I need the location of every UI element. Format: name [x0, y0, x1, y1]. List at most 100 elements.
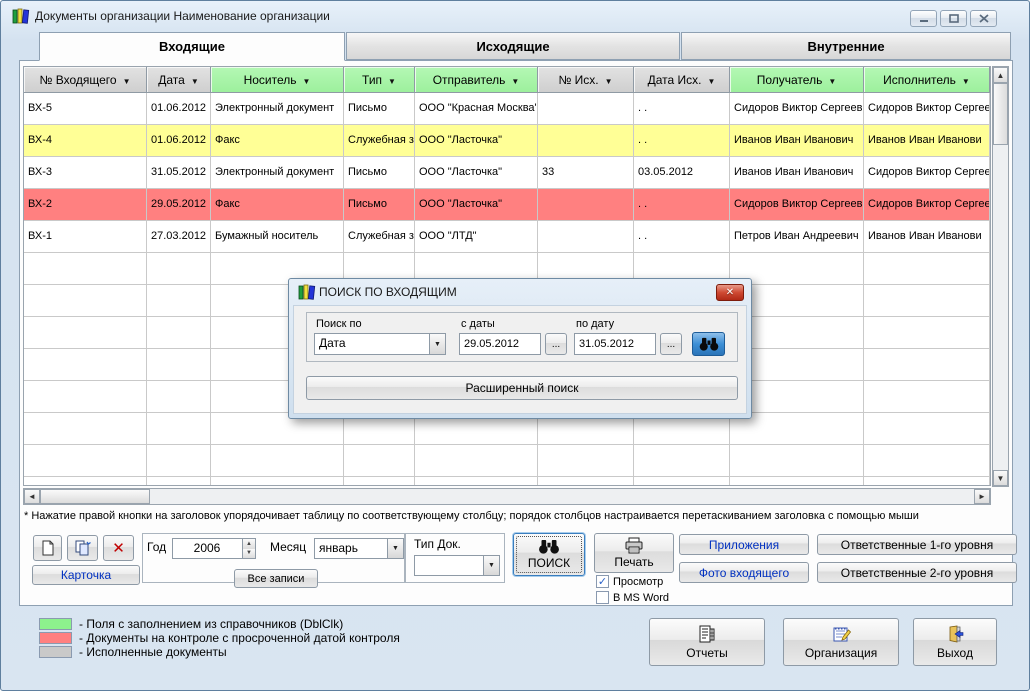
table-cell[interactable]: ВХ-1 [24, 221, 147, 253]
reports-button[interactable]: Отчеты [649, 618, 765, 666]
spin-up-icon[interactable]: ▲ [243, 539, 255, 549]
table-cell[interactable]: ООО "Ласточка" [415, 157, 538, 189]
table-cell[interactable]: Иванов Иван Иванови [864, 125, 990, 157]
table-cell[interactable]: Электронный документ [211, 157, 344, 189]
table-cell[interactable]: Письмо [344, 189, 415, 221]
table-cell[interactable]: Сидоров Виктор Сергееви [730, 93, 864, 125]
advanced-search-button[interactable]: Расширенный поиск [306, 376, 738, 400]
msword-checkbox[interactable] [596, 591, 609, 604]
preview-checkbox[interactable]: ✓ [596, 575, 609, 588]
scroll-left-icon[interactable]: ◄ [24, 489, 40, 504]
table-cell[interactable]: ВХ-4 [24, 125, 147, 157]
table-cell[interactable]: 31.05.2012 [147, 157, 211, 189]
column-header-executor[interactable]: Исполнитель [864, 67, 990, 93]
column-header-incoming-number[interactable]: № Входящего [24, 67, 147, 93]
table-cell[interactable]: Сидоров Виктор Сергееви [864, 93, 990, 125]
new-document-button[interactable] [33, 535, 62, 561]
table-row[interactable]: ВХ-2 29.05.2012 Факс Письмо ООО "Ласточка" . … [24, 189, 990, 221]
vertical-scrollbar[interactable]: ▲ ▼ [992, 66, 1009, 487]
tab-outgoing[interactable]: Исходящие [346, 32, 680, 60]
year-spinner[interactable]: 2006 ▲ ▼ [172, 538, 256, 559]
table-cell[interactable]: 01.06.2012 [147, 125, 211, 157]
print-button[interactable]: Печать [594, 533, 674, 573]
column-header-outgoing-number[interactable]: № Исх. [538, 67, 634, 93]
table-cell[interactable]: . . [634, 189, 730, 221]
tab-internal[interactable]: Внутренние [681, 32, 1011, 60]
table-row[interactable]: ВХ-3 31.05.2012 Электронный документ Письмо… [24, 157, 990, 189]
find-button[interactable] [692, 332, 725, 356]
table-cell[interactable] [538, 189, 634, 221]
chevron-down-icon[interactable]: ▼ [429, 334, 445, 354]
horizontal-scroll-thumb[interactable] [40, 489, 150, 504]
table-cell[interactable]: 27.03.2012 [147, 221, 211, 253]
close-button[interactable] [970, 10, 997, 27]
copy-document-button[interactable] [67, 535, 98, 561]
table-cell[interactable]: Сидоров Виктор Сергееви [864, 157, 990, 189]
horizontal-scrollbar[interactable]: ◄ ► [23, 488, 991, 505]
month-dropdown[interactable]: январь ▼ [314, 538, 404, 559]
table-cell[interactable]: ООО "Красная Москва" [415, 93, 538, 125]
table-cell[interactable]: Служебная зап [344, 125, 415, 157]
responsible-level2-button[interactable]: Ответственные 2-го уровня [817, 562, 1017, 583]
column-header-recipient[interactable]: Получатель [730, 67, 864, 93]
table-cell[interactable]: . . [634, 93, 730, 125]
incoming-photo-button[interactable]: Фото входящего [679, 562, 809, 583]
table-cell[interactable]: ВХ-3 [24, 157, 147, 189]
table-cell[interactable]: Факс [211, 125, 344, 157]
table-cell[interactable]: 29.05.2012 [147, 189, 211, 221]
table-cell[interactable]: . . [634, 125, 730, 157]
scroll-down-icon[interactable]: ▼ [993, 470, 1008, 486]
tab-incoming[interactable]: Входящие [39, 32, 345, 61]
minimize-button[interactable] [910, 10, 937, 27]
table-cell[interactable]: Письмо [344, 157, 415, 189]
table-row[interactable]: ВХ-5 01.06.2012 Электронный документ Письмо… [24, 93, 990, 125]
dialog-close-button[interactable]: ✕ [716, 284, 744, 301]
all-records-button[interactable]: Все записи [234, 569, 318, 588]
card-button[interactable]: Карточка [32, 565, 140, 585]
maximize-button[interactable] [940, 10, 967, 27]
table-cell[interactable]: 03.05.2012 [634, 157, 730, 189]
table-cell[interactable]: Сидоров Виктор Сергееви [730, 189, 864, 221]
table-cell[interactable]: Петров Иван Андреевич [730, 221, 864, 253]
vertical-scroll-thumb[interactable] [993, 83, 1008, 145]
table-cell[interactable]: Иванов Иван Иванович [730, 125, 864, 157]
exit-button[interactable]: Выход [913, 618, 997, 666]
preview-checkbox-row[interactable]: ✓ Просмотр [596, 575, 663, 588]
table-cell[interactable]: Факс [211, 189, 344, 221]
date-from-browse-button[interactable]: ... [545, 333, 567, 355]
column-header-medium[interactable]: Носитель [211, 67, 344, 93]
table-row[interactable]: ВХ-401.06.2012ФаксСлужебная запООО "Ласт… [24, 125, 990, 157]
table-cell[interactable]: Письмо [344, 93, 415, 125]
table-cell[interactable]: ВХ-5 [24, 93, 147, 125]
responsible-level1-button[interactable]: Ответственные 1-го уровня [817, 534, 1017, 555]
date-to-browse-button[interactable]: ... [660, 333, 682, 355]
scroll-up-icon[interactable]: ▲ [993, 67, 1008, 83]
column-header-sender[interactable]: Отправитель [415, 67, 538, 93]
table-row[interactable]: ВХ-1 27.03.2012 Бумажный носитель Служебная… [24, 221, 990, 253]
table-cell[interactable]: ВХ-2 [24, 189, 147, 221]
attachments-button[interactable]: Приложения [679, 534, 809, 555]
table-cell[interactable] [538, 125, 634, 157]
table-cell[interactable]: Бумажный носитель [211, 221, 344, 253]
table-cell[interactable]: Иванов Иван Иванови [864, 221, 990, 253]
search-by-dropdown[interactable]: Дата ▼ [314, 333, 446, 355]
table-cell[interactable]: Электронный документ [211, 93, 344, 125]
table-cell[interactable]: ООО "Ласточка" [415, 189, 538, 221]
date-from-input[interactable]: 29.05.2012 [459, 333, 541, 355]
column-header-outgoing-date[interactable]: Дата Исх. [634, 67, 730, 93]
table-cell[interactable]: 01.06.2012 [147, 93, 211, 125]
date-to-input[interactable]: 31.05.2012 [574, 333, 656, 355]
column-header-type[interactable]: Тип [344, 67, 415, 93]
organization-button[interactable]: Организация [783, 618, 899, 666]
chevron-down-icon[interactable]: ▼ [483, 556, 499, 575]
table-cell[interactable]: 33 [538, 157, 634, 189]
spinner-arrows[interactable]: ▲ ▼ [242, 539, 255, 558]
table-cell[interactable]: ООО "Ласточка" [415, 125, 538, 157]
search-button[interactable]: ПОИСК [513, 533, 585, 576]
table-cell[interactable] [538, 93, 634, 125]
table-cell[interactable]: Иванов Иван Иванович [730, 157, 864, 189]
column-header-date[interactable]: Дата [147, 67, 211, 93]
table-cell[interactable] [538, 221, 634, 253]
table-cell[interactable]: . . [634, 221, 730, 253]
scroll-right-icon[interactable]: ► [974, 489, 990, 504]
